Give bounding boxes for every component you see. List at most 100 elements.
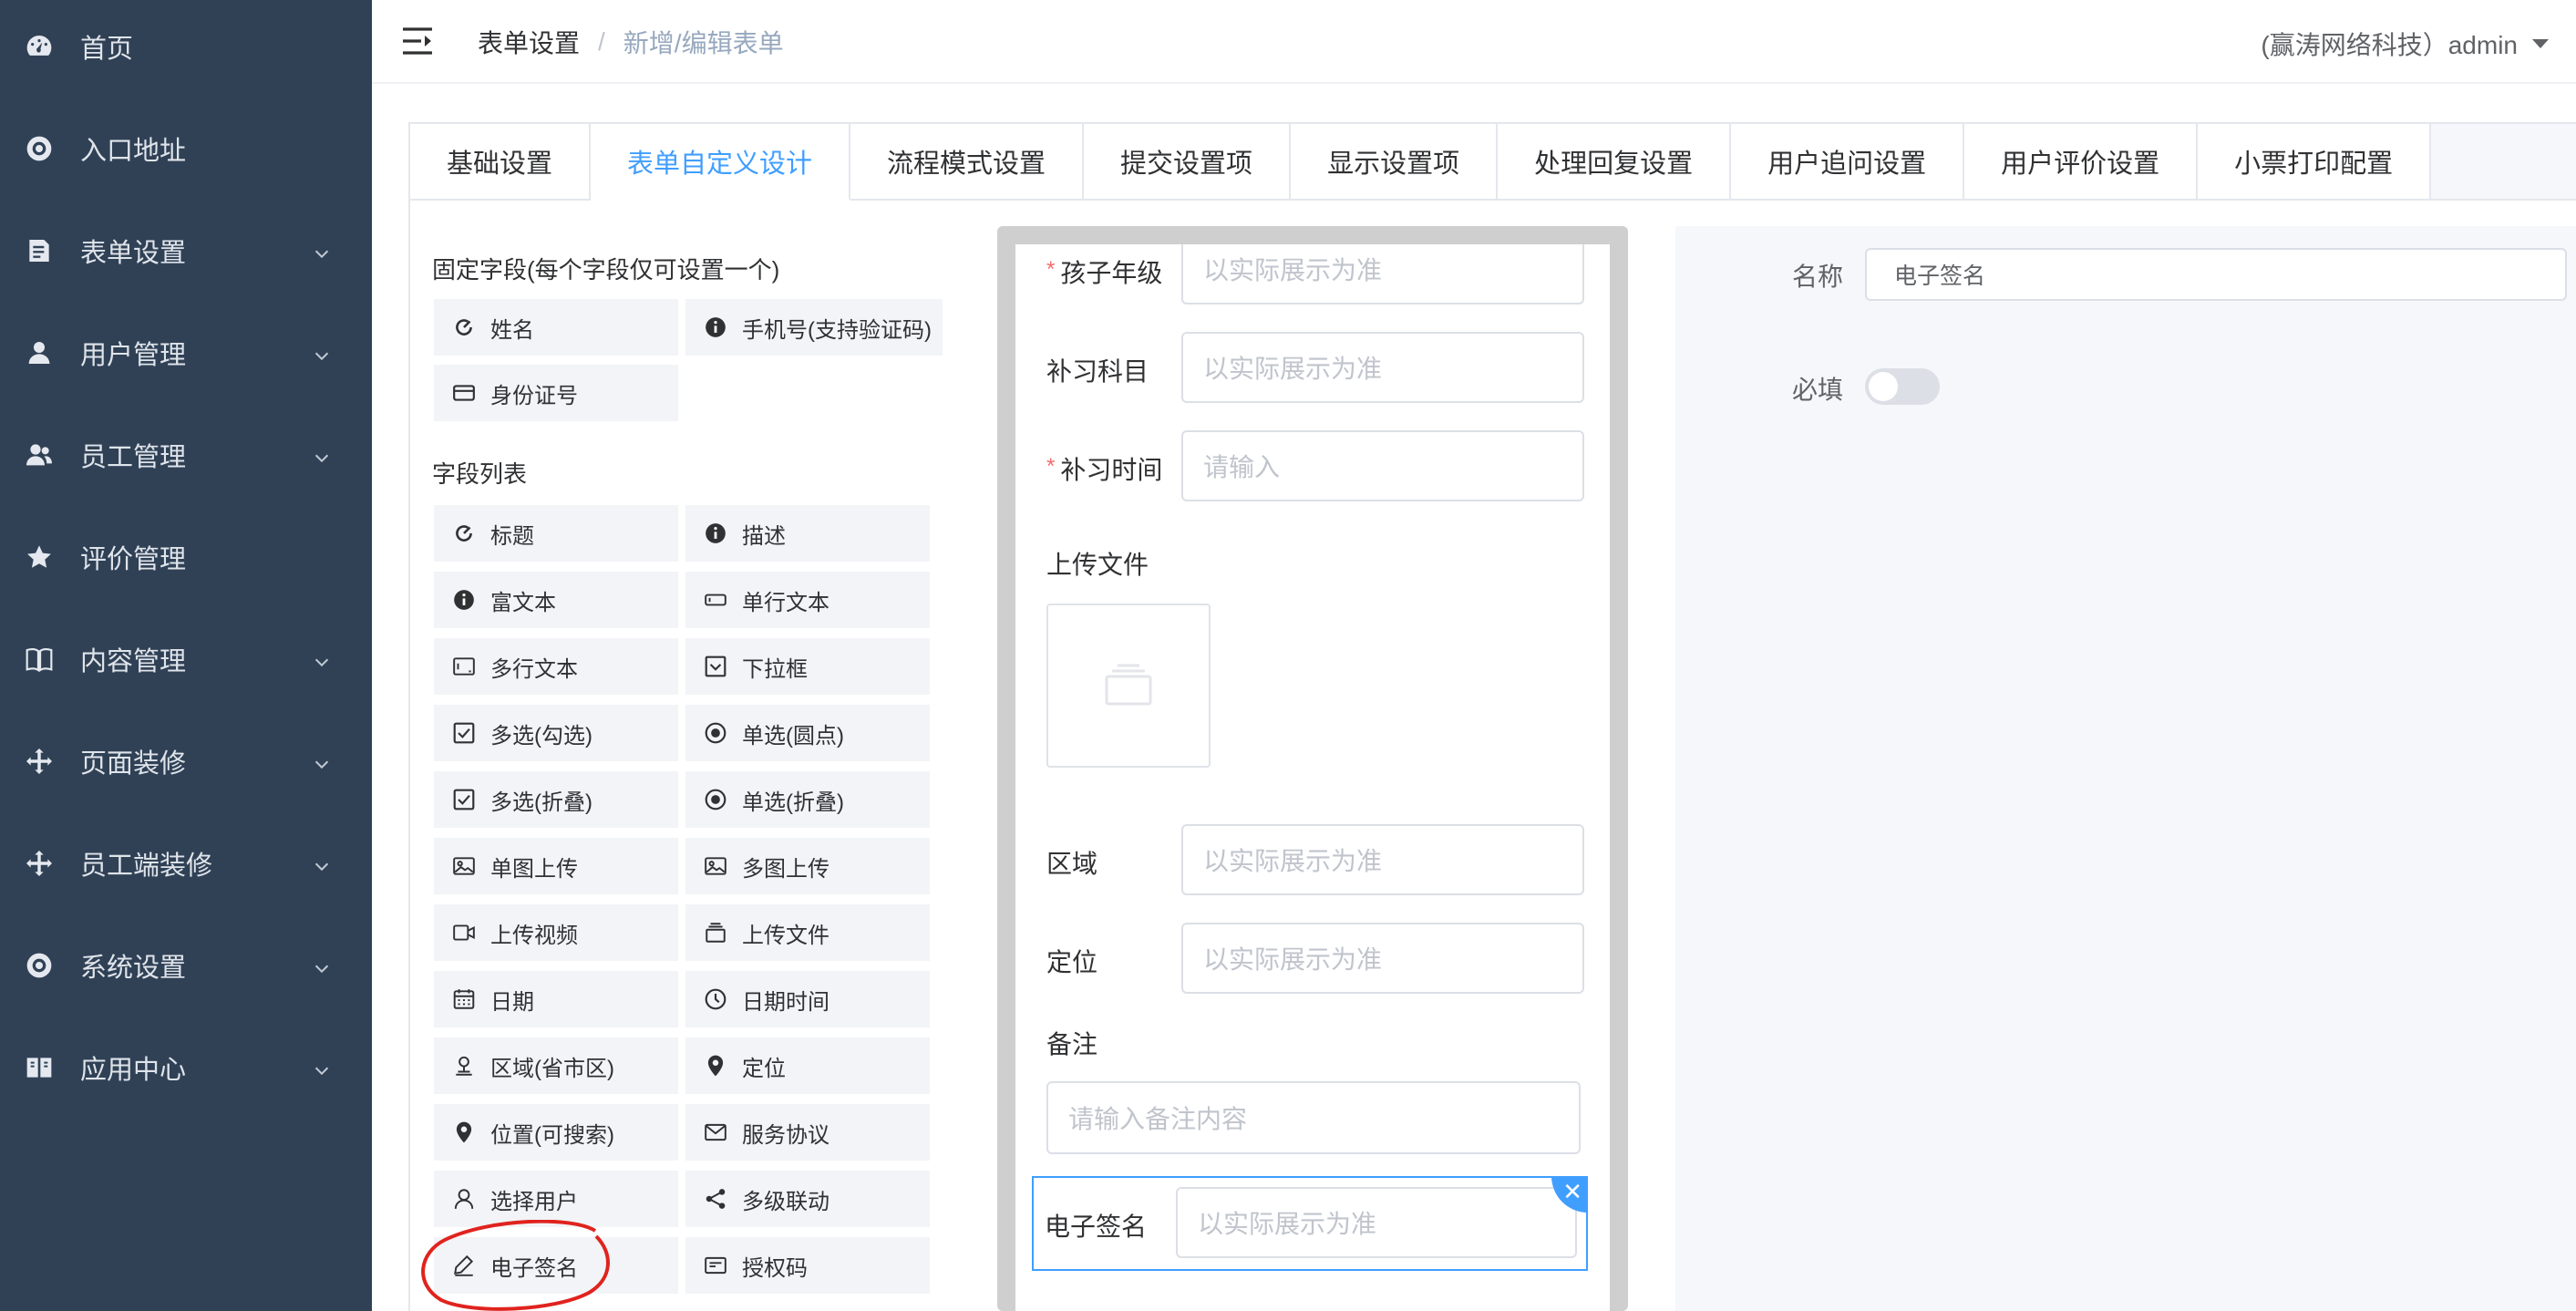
palette-item-label: 姓名 [490,317,534,343]
palette-item[interactable]: 单图上传 [434,838,678,894]
user-icon [452,1187,476,1211]
field-input[interactable]: 以实际展示为准 [1181,923,1584,994]
upload-box[interactable] [1046,604,1211,768]
images-icon [704,854,727,878]
close-icon: ✕ [1562,1178,1582,1205]
palette-item[interactable]: 位置(可搜索) [434,1104,678,1161]
tab-followup-settings[interactable]: 用户追问设置 [1731,124,1965,199]
textarea-icon [452,655,476,678]
tab-rating-settings[interactable]: 用户评价设置 [1964,124,2199,199]
sidebar-item-home[interactable]: 首页 [0,5,372,88]
sidebar-item-staff-management[interactable]: 员工管理 [0,414,372,496]
palette-item-label: 服务协议 [742,1122,829,1148]
tab-form-custom-design[interactable]: 表单自定义设计 [591,124,851,201]
palette-item[interactable]: 电子签名 [434,1237,678,1294]
field-input[interactable]: 以实际展示为准 [1181,244,1584,305]
sidebar: 首页 入口地址 表单设置 用户管理 员工管理 评价管理 内容管理 页面装修 员工… [0,0,372,1311]
palette-item[interactable]: 描述 [685,505,930,562]
required-mark: * [1046,257,1056,282]
fixed-fields-title: 固定字段(每个字段仅可设置一个) [432,256,780,284]
sidebar-item-staff-decoration[interactable]: 员工端装修 [0,822,372,904]
palette-item-label: 多行文本 [490,656,578,682]
palette-item[interactable]: 多图上传 [685,838,930,894]
info-icon [704,315,727,339]
palette-item[interactable]: 上传视频 [434,904,678,961]
field-label: 电子签名 [1045,1213,1148,1241]
checkbox-icon [452,788,476,811]
breadcrumb-link[interactable]: 表单设置 [478,24,580,60]
field-label: 备注 [1046,1030,1098,1058]
tab-flow-mode-settings[interactable]: 流程模式设置 [850,124,1085,199]
palette-item[interactable]: 单选(圆点) [685,705,930,761]
palette-item[interactable]: 标题 [434,505,678,562]
location-icon [452,1120,476,1144]
field-input[interactable]: 以实际展示为准 [1181,824,1584,895]
preview-field-e-signature[interactable]: 电子签名 以实际展示为准 ✕ [1032,1176,1588,1271]
palette-item[interactable]: 上传文件 [685,904,930,961]
palette-item-label: 手机号(支持验证码) [742,317,932,343]
field-label-text: 补习时间 [1060,456,1163,484]
sidebar-item-label: 用户管理 [80,341,187,370]
code-icon [704,1254,727,1277]
form-preview: * 孩子年级 以实际展示为准 补习科目 以实际展示为准 * 补习时间 请输入 上传文… [1015,244,1610,1311]
palette-item[interactable]: 下拉框 [685,638,930,695]
palette-item-label: 身份证号 [490,383,578,408]
share-icon [704,1187,727,1211]
palette-item-phone[interactable]: 手机号(支持验证码) [685,299,943,356]
field-input[interactable]: 请输入 [1181,430,1584,501]
field-input[interactable]: 以实际展示为准 [1181,332,1584,403]
tab-reply-settings[interactable]: 处理回复设置 [1498,124,1732,199]
image-icon [452,854,476,878]
form-icon [24,235,55,266]
sidebar-item-app-center[interactable]: 应用中心 [0,1027,372,1109]
palette-item-name[interactable]: 姓名 [434,299,678,356]
tab-submit-settings[interactable]: 提交设置项 [1084,124,1292,199]
palette-item[interactable]: 多行文本 [434,638,678,695]
palette-item-id-number[interactable]: 身份证号 [434,365,678,421]
palette-item-label: 上传文件 [742,923,829,948]
palette-item-label: 单选(折叠) [742,790,844,815]
field-label: 补习科目 [1046,357,1149,386]
hamburger-menu-icon[interactable] [401,26,434,57]
tab-basic-settings[interactable]: 基础设置 [410,124,592,199]
palette-item-label: 日期 [490,989,534,1015]
sidebar-item-label: 首页 [80,35,134,64]
tab-display-settings[interactable]: 显示设置项 [1291,124,1499,199]
sidebar-item-content-management[interactable]: 内容管理 [0,618,372,700]
sidebar-item-system-settings[interactable]: 系统设置 [0,924,372,1006]
required-mark: * [1046,454,1056,479]
sidebar-item-label: 页面装修 [80,749,187,779]
sidebar-item-entry-url[interactable]: 入口地址 [0,108,372,190]
field-label: 区域 [1046,850,1098,878]
palette-item[interactable]: 定位 [685,1037,930,1094]
palette-item[interactable]: 多选(折叠) [434,771,678,828]
palette-item[interactable]: 区域(省市区) [434,1037,678,1094]
tab-receipt-print-settings[interactable]: 小票打印配置 [2198,124,2432,199]
palette-item[interactable]: 日期 [434,971,678,1027]
palette-item-label: 电子签名 [490,1255,578,1281]
sidebar-item-review-management[interactable]: 评价管理 [0,516,372,598]
palette-item[interactable]: 多选(勾选) [434,705,678,761]
palette-item[interactable]: 选择用户 [434,1171,678,1227]
field-input[interactable]: 以实际展示为准 [1176,1187,1577,1258]
user-dropdown[interactable]: (赢涛网络科技）admin [2261,26,2549,62]
checkbox-icon [452,721,476,745]
remark-textarea[interactable]: 请输入备注内容 [1046,1081,1581,1154]
name-input[interactable]: 电子签名 [1865,248,2567,301]
palette-item[interactable]: 多级联动 [685,1171,930,1227]
palette-item-label: 下拉框 [742,656,808,682]
palette-item-label: 富文本 [490,590,556,615]
palette-item[interactable]: 单行文本 [685,572,930,628]
palette-item[interactable]: 服务协议 [685,1104,930,1161]
sidebar-item-label: 员工端装修 [80,852,213,881]
user-icon [24,337,55,368]
sidebar-item-form-settings[interactable]: 表单设置 [0,210,372,292]
refresh-icon [452,521,476,545]
sidebar-item-user-management[interactable]: 用户管理 [0,312,372,394]
sidebar-item-page-decoration[interactable]: 页面装修 [0,720,372,802]
palette-item[interactable]: 日期时间 [685,971,930,1027]
palette-item[interactable]: 单选(折叠) [685,771,930,828]
palette-item[interactable]: 授权码 [685,1237,930,1294]
required-toggle[interactable] [1865,368,1940,405]
palette-item[interactable]: 富文本 [434,572,678,628]
